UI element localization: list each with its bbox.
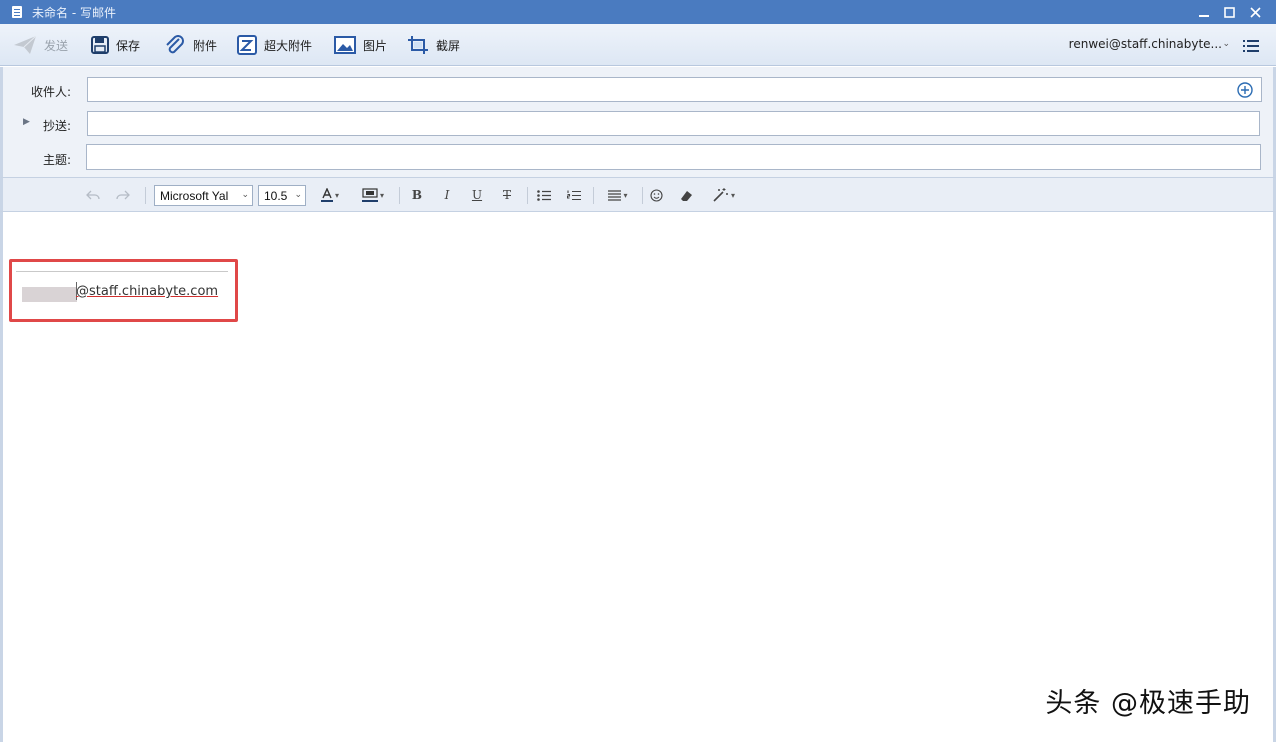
- image-label: 图片: [363, 38, 388, 53]
- underline-button[interactable]: U: [469, 186, 485, 204]
- screenshot-button[interactable]: 截屏: [407, 33, 460, 57]
- image-button[interactable]: 图片: [334, 33, 387, 57]
- separator: [642, 187, 643, 204]
- undo-button[interactable]: [85, 186, 101, 204]
- window-title: 未命名 - 写邮件: [32, 5, 116, 20]
- close-icon: [1249, 6, 1261, 18]
- subject-label: 主题:: [43, 153, 72, 167]
- separator: [145, 187, 146, 204]
- separator: [593, 187, 594, 204]
- highlight-color-icon: [361, 188, 378, 202]
- smiley-icon: [649, 188, 663, 202]
- close-button[interactable]: [1242, 0, 1268, 24]
- italic-button[interactable]: I: [439, 186, 455, 204]
- cc-input[interactable]: [87, 111, 1260, 136]
- add-contact-icon[interactable]: [1237, 82, 1253, 98]
- big-attach-button[interactable]: 超大附件: [237, 33, 312, 57]
- attach-label: 附件: [193, 38, 218, 53]
- numbered-list-button[interactable]: [565, 186, 583, 204]
- separator: [399, 187, 400, 204]
- undo-icon: [86, 190, 100, 200]
- redo-icon: [116, 190, 130, 200]
- emoji-button[interactable]: [648, 186, 664, 204]
- maximize-icon: [1223, 6, 1235, 18]
- bold-button[interactable]: B: [409, 186, 425, 204]
- message-body-editor[interactable]: @staff.chinabyte.com 头条 @极速手助: [0, 212, 1276, 742]
- picture-icon: [334, 36, 356, 54]
- floppy-disk-icon: [91, 36, 109, 54]
- minimize-button[interactable]: [1191, 0, 1217, 24]
- font-color-icon: [320, 188, 333, 202]
- chevron-down-icon: ⌄: [294, 189, 302, 199]
- magic-wand-icon: [713, 188, 728, 202]
- chevron-down-icon: ⌄: [241, 189, 249, 199]
- menu-list-icon[interactable]: [1243, 39, 1259, 52]
- paper-plane-icon: [14, 35, 37, 54]
- subject-input[interactable]: [86, 144, 1261, 170]
- format-toolbar: Microsoft Yal ⌄ 10.5 ⌄ ▾ ▾ B I U T ▾ ▾: [0, 177, 1276, 212]
- magic-wand-button[interactable]: ▾: [708, 186, 740, 204]
- bullet-list-icon: [537, 189, 551, 201]
- screenshot-label: 截屏: [436, 38, 461, 53]
- cc-label: 抄送:: [43, 119, 72, 133]
- expand-cc-icon[interactable]: ▶: [23, 117, 30, 127]
- numbered-list-icon: [567, 190, 581, 200]
- watermark: 头条 @极速手助: [1045, 688, 1251, 719]
- save-label: 保存: [116, 38, 141, 53]
- background-color-button[interactable]: ▾: [358, 186, 388, 204]
- align-button[interactable]: ▾: [603, 186, 633, 204]
- to-label: 收件人:: [31, 85, 72, 99]
- clear-format-button[interactable]: [678, 186, 694, 204]
- minimize-icon: [1199, 15, 1209, 17]
- mail-headers: 收件人: ▶ 抄送: 主题:: [0, 67, 1276, 177]
- big-attach-label: 超大附件: [264, 38, 313, 53]
- redo-button[interactable]: [115, 186, 131, 204]
- bullet-list-button[interactable]: [535, 186, 553, 204]
- title-bar: 未命名 - 写邮件: [0, 0, 1276, 24]
- font-size-value: 10.5: [264, 188, 288, 203]
- font-family-select[interactable]: Microsoft Yal ⌄: [154, 185, 253, 206]
- maximize-button[interactable]: [1216, 0, 1242, 24]
- compose-toolbar: 发送 保存 附件 超大附件 图片 截屏 renwei@staff.chinaby…: [0, 24, 1276, 66]
- font-size-select[interactable]: 10.5 ⌄: [258, 185, 306, 206]
- paperclip-icon: [166, 35, 184, 54]
- highlight-annotation-box: [9, 259, 238, 322]
- save-button[interactable]: 保存: [91, 33, 140, 57]
- chevron-down-icon[interactable]: ⌄: [1222, 39, 1230, 49]
- send-label: 发送: [44, 38, 69, 53]
- strikethrough-button[interactable]: T: [499, 186, 515, 204]
- separator: [527, 187, 528, 204]
- eraser-icon: [681, 190, 692, 201]
- align-icon: [608, 189, 622, 201]
- to-input[interactable]: [87, 77, 1262, 102]
- zip-file-icon: [237, 35, 257, 55]
- account-selector[interactable]: renwei@staff.chinabyte...: [1069, 37, 1222, 51]
- document-icon: [12, 6, 22, 18]
- font-color-button[interactable]: ▾: [317, 186, 343, 204]
- attach-button[interactable]: 附件: [164, 33, 217, 57]
- crop-icon: [408, 36, 428, 54]
- font-family-value: Microsoft Yal: [160, 188, 229, 203]
- send-button[interactable]: 发送: [13, 33, 68, 57]
